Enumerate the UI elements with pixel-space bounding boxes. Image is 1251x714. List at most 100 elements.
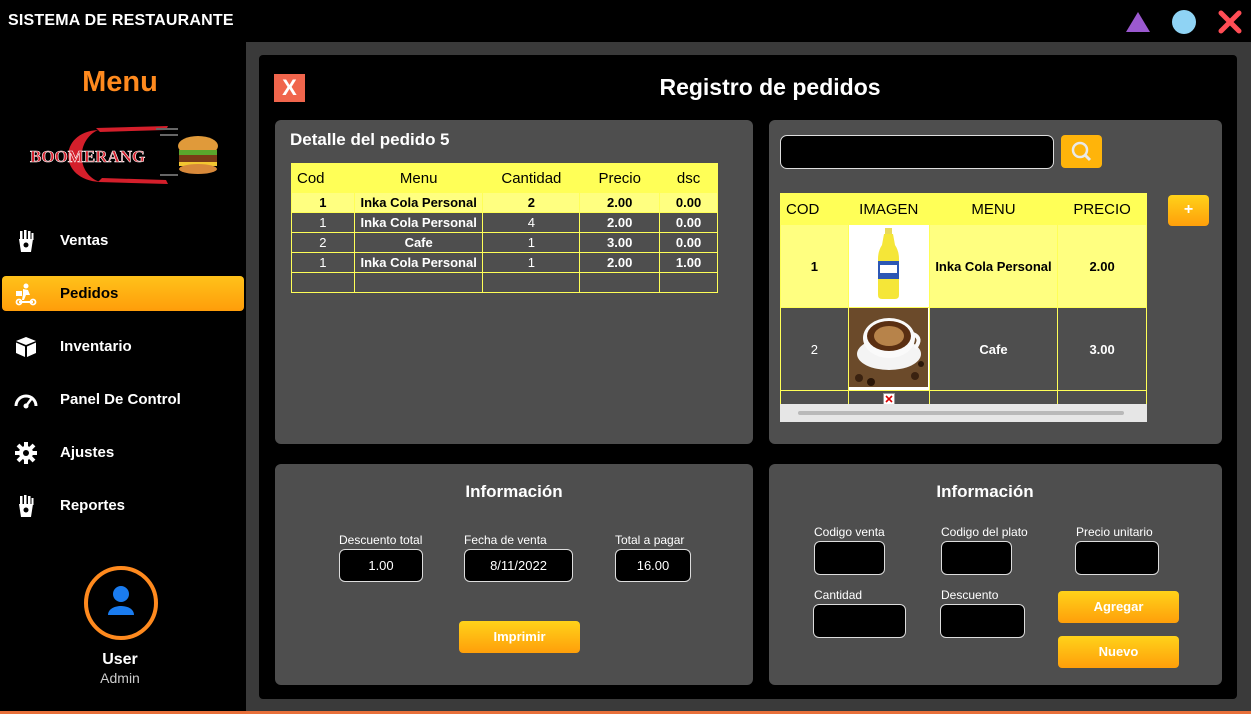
column-header[interactable]: MENU bbox=[928, 193, 1059, 225]
cell[interactable]: 2.00 bbox=[579, 192, 661, 213]
imprimir-button[interactable]: Imprimir bbox=[459, 621, 580, 653]
search-button[interactable] bbox=[1061, 135, 1102, 168]
search-input[interactable] bbox=[780, 135, 1054, 169]
sidebar-item-label: Ventas bbox=[60, 232, 109, 249]
gauge-icon bbox=[14, 394, 38, 409]
cell[interactable]: 2 bbox=[482, 192, 581, 213]
cell[interactable]: 2 bbox=[780, 307, 849, 391]
sidebar-item-pedidos[interactable]: Pedidos bbox=[2, 276, 244, 311]
info-title: Información bbox=[465, 482, 563, 501]
order-detail-title: Detalle del pedido bbox=[290, 130, 436, 149]
cell[interactable]: 1 bbox=[291, 212, 355, 233]
app-title: SISTEMA DE RESTAURANTE bbox=[8, 12, 234, 29]
delivery-icon bbox=[15, 283, 37, 306]
cell[interactable]: 1 bbox=[780, 224, 849, 308]
close-window-icon[interactable] bbox=[1217, 9, 1243, 35]
info-title: Información bbox=[936, 482, 1034, 501]
table-row-empty[interactable] bbox=[291, 272, 718, 293]
fries-icon bbox=[19, 495, 34, 517]
cell[interactable]: 1.00 bbox=[659, 252, 718, 273]
fecha-venta-field[interactable]: 8/11/2022 bbox=[464, 549, 573, 582]
cell[interactable]: Inka Cola Personal bbox=[353, 212, 484, 233]
sidebar-item-label: Ajustes bbox=[60, 444, 115, 461]
cell[interactable]: 2.00 bbox=[579, 212, 661, 233]
search-icon bbox=[1071, 141, 1092, 162]
cell[interactable]: 0.00 bbox=[659, 212, 718, 233]
fecha-venta-label: Fecha de venta bbox=[464, 533, 547, 547]
page-title: Registro de pedidos bbox=[659, 74, 881, 100]
cantidad-label: Cantidad bbox=[814, 588, 863, 602]
table-row[interactable]: 2 Cafe 3.00 bbox=[780, 307, 1147, 391]
table-row[interactable]: 1 Inka Cola Personal 1 2.00 1.00 bbox=[291, 252, 718, 273]
total-pagar-label: Total a pagar bbox=[615, 533, 685, 547]
column-header[interactable]: dsc bbox=[659, 163, 718, 193]
cell[interactable]: Inka Cola Personal bbox=[353, 192, 484, 213]
total-pagar-field[interactable]: 16.00 bbox=[615, 549, 691, 582]
column-header[interactable]: PRECIO bbox=[1057, 193, 1147, 225]
codigo-venta-label: Codigo venta bbox=[814, 525, 885, 539]
close-form-button[interactable]: X bbox=[274, 74, 305, 102]
table-row[interactable]: 2 Cafe 1 3.00 0.00 bbox=[291, 232, 718, 253]
horizontal-scrollbar[interactable] bbox=[798, 411, 1124, 415]
cell[interactable]: 1 bbox=[291, 192, 355, 213]
column-header[interactable]: Cantidad bbox=[482, 163, 581, 193]
cell[interactable]: Inka Cola Personal bbox=[928, 224, 1059, 308]
cell[interactable]: Cafe bbox=[353, 232, 484, 253]
fries-icon bbox=[19, 230, 34, 252]
precio-unitario-input[interactable] bbox=[1075, 541, 1159, 575]
column-header[interactable]: Cod bbox=[291, 163, 355, 193]
product-image-cell[interactable] bbox=[847, 307, 930, 391]
cell[interactable]: Inka Cola Personal bbox=[353, 252, 484, 273]
column-header[interactable]: Menu bbox=[353, 163, 484, 193]
avatar bbox=[84, 566, 158, 640]
menu-catalog-table[interactable]: COD IMAGEN MENU PRECIO 1 Inka Cola Perso… bbox=[780, 193, 1147, 411]
product-image-cell[interactable] bbox=[847, 224, 930, 308]
sidebar-item-inventario[interactable]: Inventario bbox=[2, 329, 244, 364]
table-row[interactable]: 1 Inka Cola Personal 2 2.00 0.00 bbox=[291, 192, 718, 213]
table-row[interactable]: 1 Inka Cola Personal 4 2.00 0.00 bbox=[291, 212, 718, 233]
codigo-plato-input[interactable] bbox=[941, 541, 1012, 575]
cell[interactable]: 1 bbox=[482, 252, 581, 273]
column-header[interactable]: Precio bbox=[579, 163, 661, 193]
order-number: 5 bbox=[440, 130, 450, 149]
cell[interactable]: 0.00 bbox=[659, 192, 718, 213]
add-product-button[interactable]: + bbox=[1168, 195, 1209, 226]
agregar-button[interactable]: Agregar bbox=[1058, 591, 1179, 623]
minimize-triangle-icon[interactable] bbox=[1125, 9, 1151, 35]
sidebar-item-ajustes[interactable]: Ajustes bbox=[2, 435, 244, 470]
cell[interactable]: 2 bbox=[291, 232, 355, 253]
user-role: Admin bbox=[100, 670, 140, 686]
precio-unitario-label: Precio unitario bbox=[1076, 525, 1153, 539]
descuento-input[interactable] bbox=[940, 604, 1025, 638]
nuevo-button[interactable]: Nuevo bbox=[1058, 636, 1179, 668]
descuento-label: Descuento bbox=[941, 588, 999, 602]
cell[interactable]: 2.00 bbox=[579, 252, 661, 273]
sidebar-item-reportes[interactable]: Reportes bbox=[2, 488, 244, 523]
menu-title: Menu bbox=[82, 66, 158, 98]
cell[interactable]: 3.00 bbox=[1057, 307, 1147, 391]
order-detail-table[interactable]: Cod Menu Cantidad Precio dsc 1 Inka Cola… bbox=[291, 163, 718, 293]
table-row[interactable]: 1 Inka Cola Personal 2.00 bbox=[780, 224, 1147, 308]
cell[interactable]: Cafe bbox=[928, 307, 1059, 391]
codigo-venta-input[interactable] bbox=[814, 541, 885, 575]
box-icon bbox=[16, 337, 36, 357]
title-bar: SISTEMA DE RESTAURANTE bbox=[0, 0, 1251, 42]
boomerang-logo: BOOMERANG bbox=[30, 126, 218, 184]
column-header[interactable]: IMAGEN bbox=[847, 193, 930, 225]
cell[interactable]: 1 bbox=[291, 252, 355, 273]
bottle-image bbox=[849, 225, 929, 304]
sidebar-item-ventas[interactable]: Ventas bbox=[2, 223, 244, 258]
descuento-total-field[interactable]: 1.00 bbox=[339, 549, 423, 582]
sidebar-item-panel-de-control[interactable]: Panel De Control bbox=[2, 382, 244, 417]
cantidad-input[interactable] bbox=[813, 604, 906, 638]
cell[interactable]: 4 bbox=[482, 212, 581, 233]
cell[interactable]: 1 bbox=[482, 232, 581, 253]
sidebar-item-label: Inventario bbox=[60, 338, 132, 355]
cell[interactable]: 3.00 bbox=[579, 232, 661, 253]
maximize-circle-icon[interactable] bbox=[1171, 9, 1197, 35]
cell[interactable]: 0.00 bbox=[659, 232, 718, 253]
column-header[interactable]: COD bbox=[780, 193, 849, 225]
cell[interactable]: 2.00 bbox=[1057, 224, 1147, 308]
coffee-image bbox=[849, 308, 929, 387]
sidebar-item-label: Panel De Control bbox=[60, 391, 181, 408]
